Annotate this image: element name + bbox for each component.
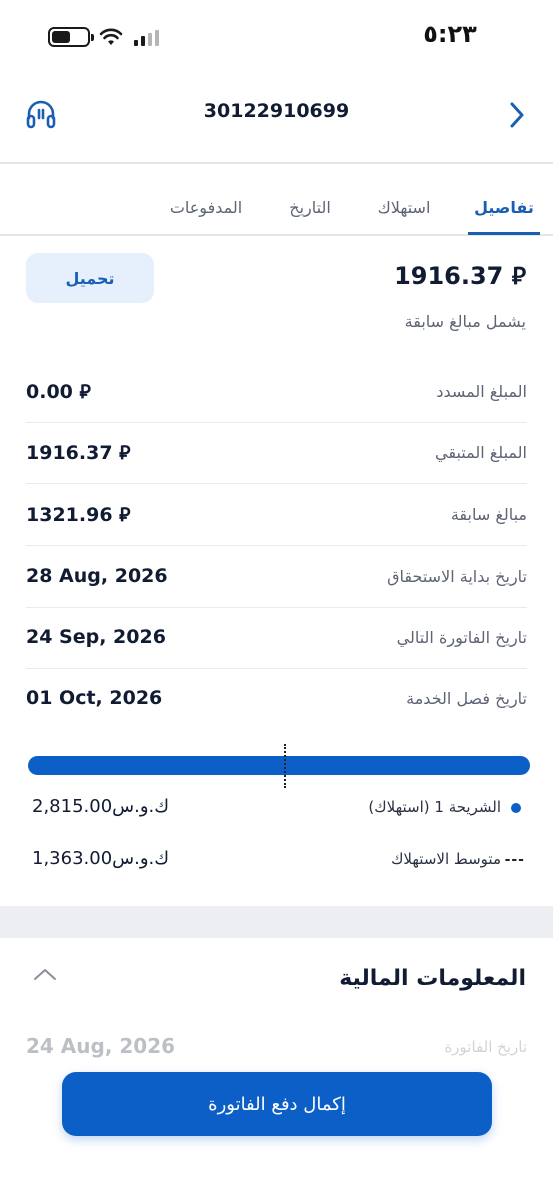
legend-value: 1,363.00ك.و.س bbox=[32, 848, 170, 869]
includes-previous-note: يشمل مبالغ سابقة bbox=[404, 312, 526, 331]
app-header: 30122910699 bbox=[0, 76, 553, 164]
detail-value: 0.00 ⃁ bbox=[26, 381, 91, 403]
status-bar: ٥:٢٣ bbox=[0, 0, 553, 76]
financial-row-label: تاريخ الفاتورة bbox=[444, 1038, 527, 1056]
download-button[interactable]: تحميل bbox=[26, 253, 154, 303]
detail-value: 1916.37 ⃁ bbox=[26, 442, 131, 464]
tab-history[interactable]: التاريخ bbox=[277, 198, 343, 217]
tab-details[interactable]: تفاصيل bbox=[466, 198, 542, 217]
detail-row-remaining: المبلغ المتبقي 1916.37 ⃁ bbox=[26, 423, 527, 484]
legend-value: 2,815.00ك.و.س bbox=[32, 796, 170, 817]
financial-row-bill-date: تاريخ الفاتورة 24 Aug, 2026 bbox=[26, 1032, 527, 1072]
detail-row-due-start: تاريخ بداية الاستحقاق 28 Aug, 2026 bbox=[26, 547, 527, 608]
chevron-up-icon[interactable] bbox=[32, 966, 58, 982]
tab-payments[interactable]: المدفوعات bbox=[158, 198, 254, 217]
usage-bar bbox=[28, 756, 530, 775]
detail-row-next-bill: تاريخ الفاتورة التالي 24 Sep, 2026 bbox=[26, 608, 527, 669]
section-divider bbox=[0, 906, 553, 938]
active-tab-indicator bbox=[468, 232, 540, 235]
detail-label: مبالغ سابقة bbox=[450, 505, 527, 524]
detail-row-paid: المبلغ المسدد 0.00 ⃁ bbox=[26, 362, 527, 423]
legend-label: متوسط الاستهلاك bbox=[391, 850, 501, 868]
tab-consumption[interactable]: استهلاك bbox=[364, 198, 444, 217]
bill-tabs: تفاصيل استهلاك التاريخ المدفوعات bbox=[0, 164, 553, 236]
average-usage-marker bbox=[284, 744, 286, 788]
detail-label: المبلغ المسدد bbox=[436, 382, 527, 401]
detail-label: تاريخ بداية الاستحقاق bbox=[387, 567, 527, 586]
wifi-icon bbox=[99, 28, 123, 45]
detail-label: تاريخ فصل الخدمة bbox=[406, 689, 527, 708]
detail-value: 24 Sep, 2026 bbox=[26, 626, 166, 648]
legend-row-average: --- متوسط الاستهلاك 1,363.00ك.و.س bbox=[26, 846, 527, 876]
detail-value: 1321.96 ⃁ bbox=[26, 504, 131, 526]
dashed-line-icon: --- bbox=[504, 852, 525, 868]
detail-row-disconnect: تاريخ فصل الخدمة 01 Oct, 2026 bbox=[26, 669, 527, 730]
legend-label: الشريحة 1 (استهلاك) bbox=[368, 798, 501, 816]
detail-row-previous: مبالغ سابقة 1321.96 ⃁ bbox=[26, 485, 527, 546]
clock: ٥:٢٣ bbox=[423, 20, 477, 48]
chevron-right-icon[interactable] bbox=[506, 100, 528, 130]
complete-payment-button[interactable]: إكمال دفع الفاتورة bbox=[62, 1072, 492, 1136]
detail-label: المبلغ المتبقي bbox=[435, 443, 527, 462]
detail-value: 01 Oct, 2026 bbox=[26, 687, 163, 709]
signal-icon bbox=[134, 30, 159, 46]
legend-row-tier1: الشريحة 1 (استهلاك) 2,815.00ك.و.س bbox=[26, 794, 527, 824]
tier-dot-icon bbox=[511, 803, 521, 813]
financial-row-value: 24 Aug, 2026 bbox=[26, 1034, 176, 1058]
battery-icon bbox=[48, 27, 94, 47]
detail-value: 28 Aug, 2026 bbox=[26, 565, 168, 587]
financial-info-title: المعلومات المالية bbox=[339, 966, 526, 991]
account-number: 30122910699 bbox=[203, 100, 350, 122]
detail-label: تاريخ الفاتورة التالي bbox=[396, 628, 527, 647]
bill-total-amount: 1916.37 ⃁ bbox=[394, 262, 526, 290]
